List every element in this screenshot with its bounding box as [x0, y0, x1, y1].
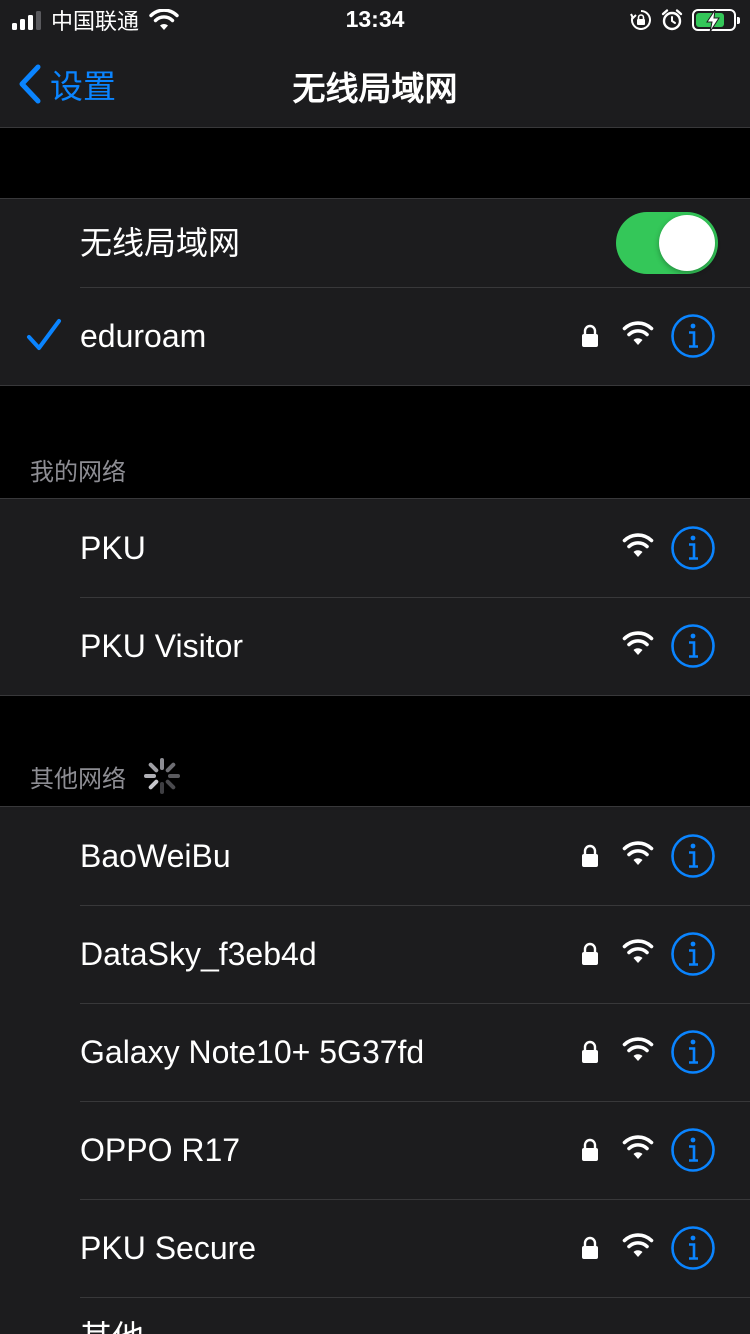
wifi-toggle-label: 无线局域网	[80, 225, 241, 261]
lock-icon	[582, 324, 598, 347]
checkmark-icon	[27, 319, 61, 350]
wifi-strength-icon	[622, 939, 654, 963]
status-right	[630, 6, 740, 34]
wifi-main-group: 无线局域网 eduroam	[0, 198, 750, 386]
other-networks-header: 其他网络	[30, 756, 182, 796]
network-row[interactable]: DataSky_f3eb4d	[0, 905, 750, 1003]
wifi-toggle-switch[interactable]	[616, 212, 718, 274]
info-icon[interactable]	[670, 623, 716, 669]
info-icon[interactable]	[670, 931, 716, 977]
alarm-icon	[661, 9, 683, 31]
my-networks-header: 我的网络	[30, 452, 126, 487]
loading-spinner-icon	[144, 758, 180, 794]
wifi-toggle-row: 无线局域网	[0, 199, 750, 287]
my-networks-group: PKU PKU Visitor	[0, 498, 750, 696]
other-network-label: 其他...	[80, 1317, 171, 1334]
other-networks-header-label: 其他网络	[30, 764, 126, 793]
other-networks-group: BaoWeiBu DataSky_f3eb4d Galaxy Note10+ 5…	[0, 806, 750, 1334]
network-name: OPPO R17	[80, 1132, 241, 1168]
network-row[interactable]: OPPO R17	[0, 1101, 750, 1199]
info-icon[interactable]	[670, 1127, 716, 1173]
info-icon[interactable]	[670, 1029, 716, 1075]
wifi-strength-icon	[622, 1233, 654, 1257]
network-row[interactable]: BaoWeiBu	[0, 807, 750, 905]
network-name: PKU Secure	[80, 1230, 257, 1266]
navigation-bar: 设置 无线局域网	[0, 40, 750, 128]
network-name: PKU Visitor	[80, 628, 244, 664]
info-icon[interactable]	[670, 313, 716, 359]
info-icon[interactable]	[670, 1225, 716, 1271]
wifi-strength-icon	[622, 1135, 654, 1159]
page-title: 无线局域网	[292, 69, 458, 108]
network-name: PKU	[80, 530, 146, 566]
orientation-lock-icon	[630, 10, 651, 30]
connected-network-name: eduroam	[80, 318, 207, 354]
info-icon[interactable]	[670, 833, 716, 879]
wifi-strength-icon	[622, 631, 654, 655]
network-row[interactable]: PKU Secure	[0, 1199, 750, 1297]
wifi-strength-icon	[622, 841, 654, 865]
lock-icon	[582, 1040, 598, 1063]
network-row[interactable]: PKU	[0, 499, 750, 597]
battery-charging-icon	[692, 9, 740, 32]
network-row[interactable]: Galaxy Note10+ 5G37fd	[0, 1003, 750, 1101]
other-network-row[interactable]: 其他...	[0, 1297, 750, 1334]
network-row[interactable]: PKU Visitor	[0, 597, 750, 695]
wifi-strength-icon	[622, 533, 654, 557]
lock-icon	[582, 844, 598, 867]
connected-network-row[interactable]: eduroam	[0, 287, 750, 385]
wifi-strength-icon	[622, 321, 654, 345]
my-networks-header-label: 我的网络	[30, 458, 126, 486]
lock-icon	[582, 1236, 598, 1259]
network-name: DataSky_f3eb4d	[80, 936, 317, 972]
network-name: Galaxy Note10+ 5G37fd	[80, 1034, 425, 1070]
network-name: BaoWeiBu	[80, 838, 231, 874]
lock-icon	[582, 942, 598, 965]
info-icon[interactable]	[670, 525, 716, 571]
lock-icon	[582, 1138, 598, 1161]
status-bar: 中国联通 13:34	[0, 0, 750, 40]
wifi-strength-icon	[622, 1037, 654, 1061]
